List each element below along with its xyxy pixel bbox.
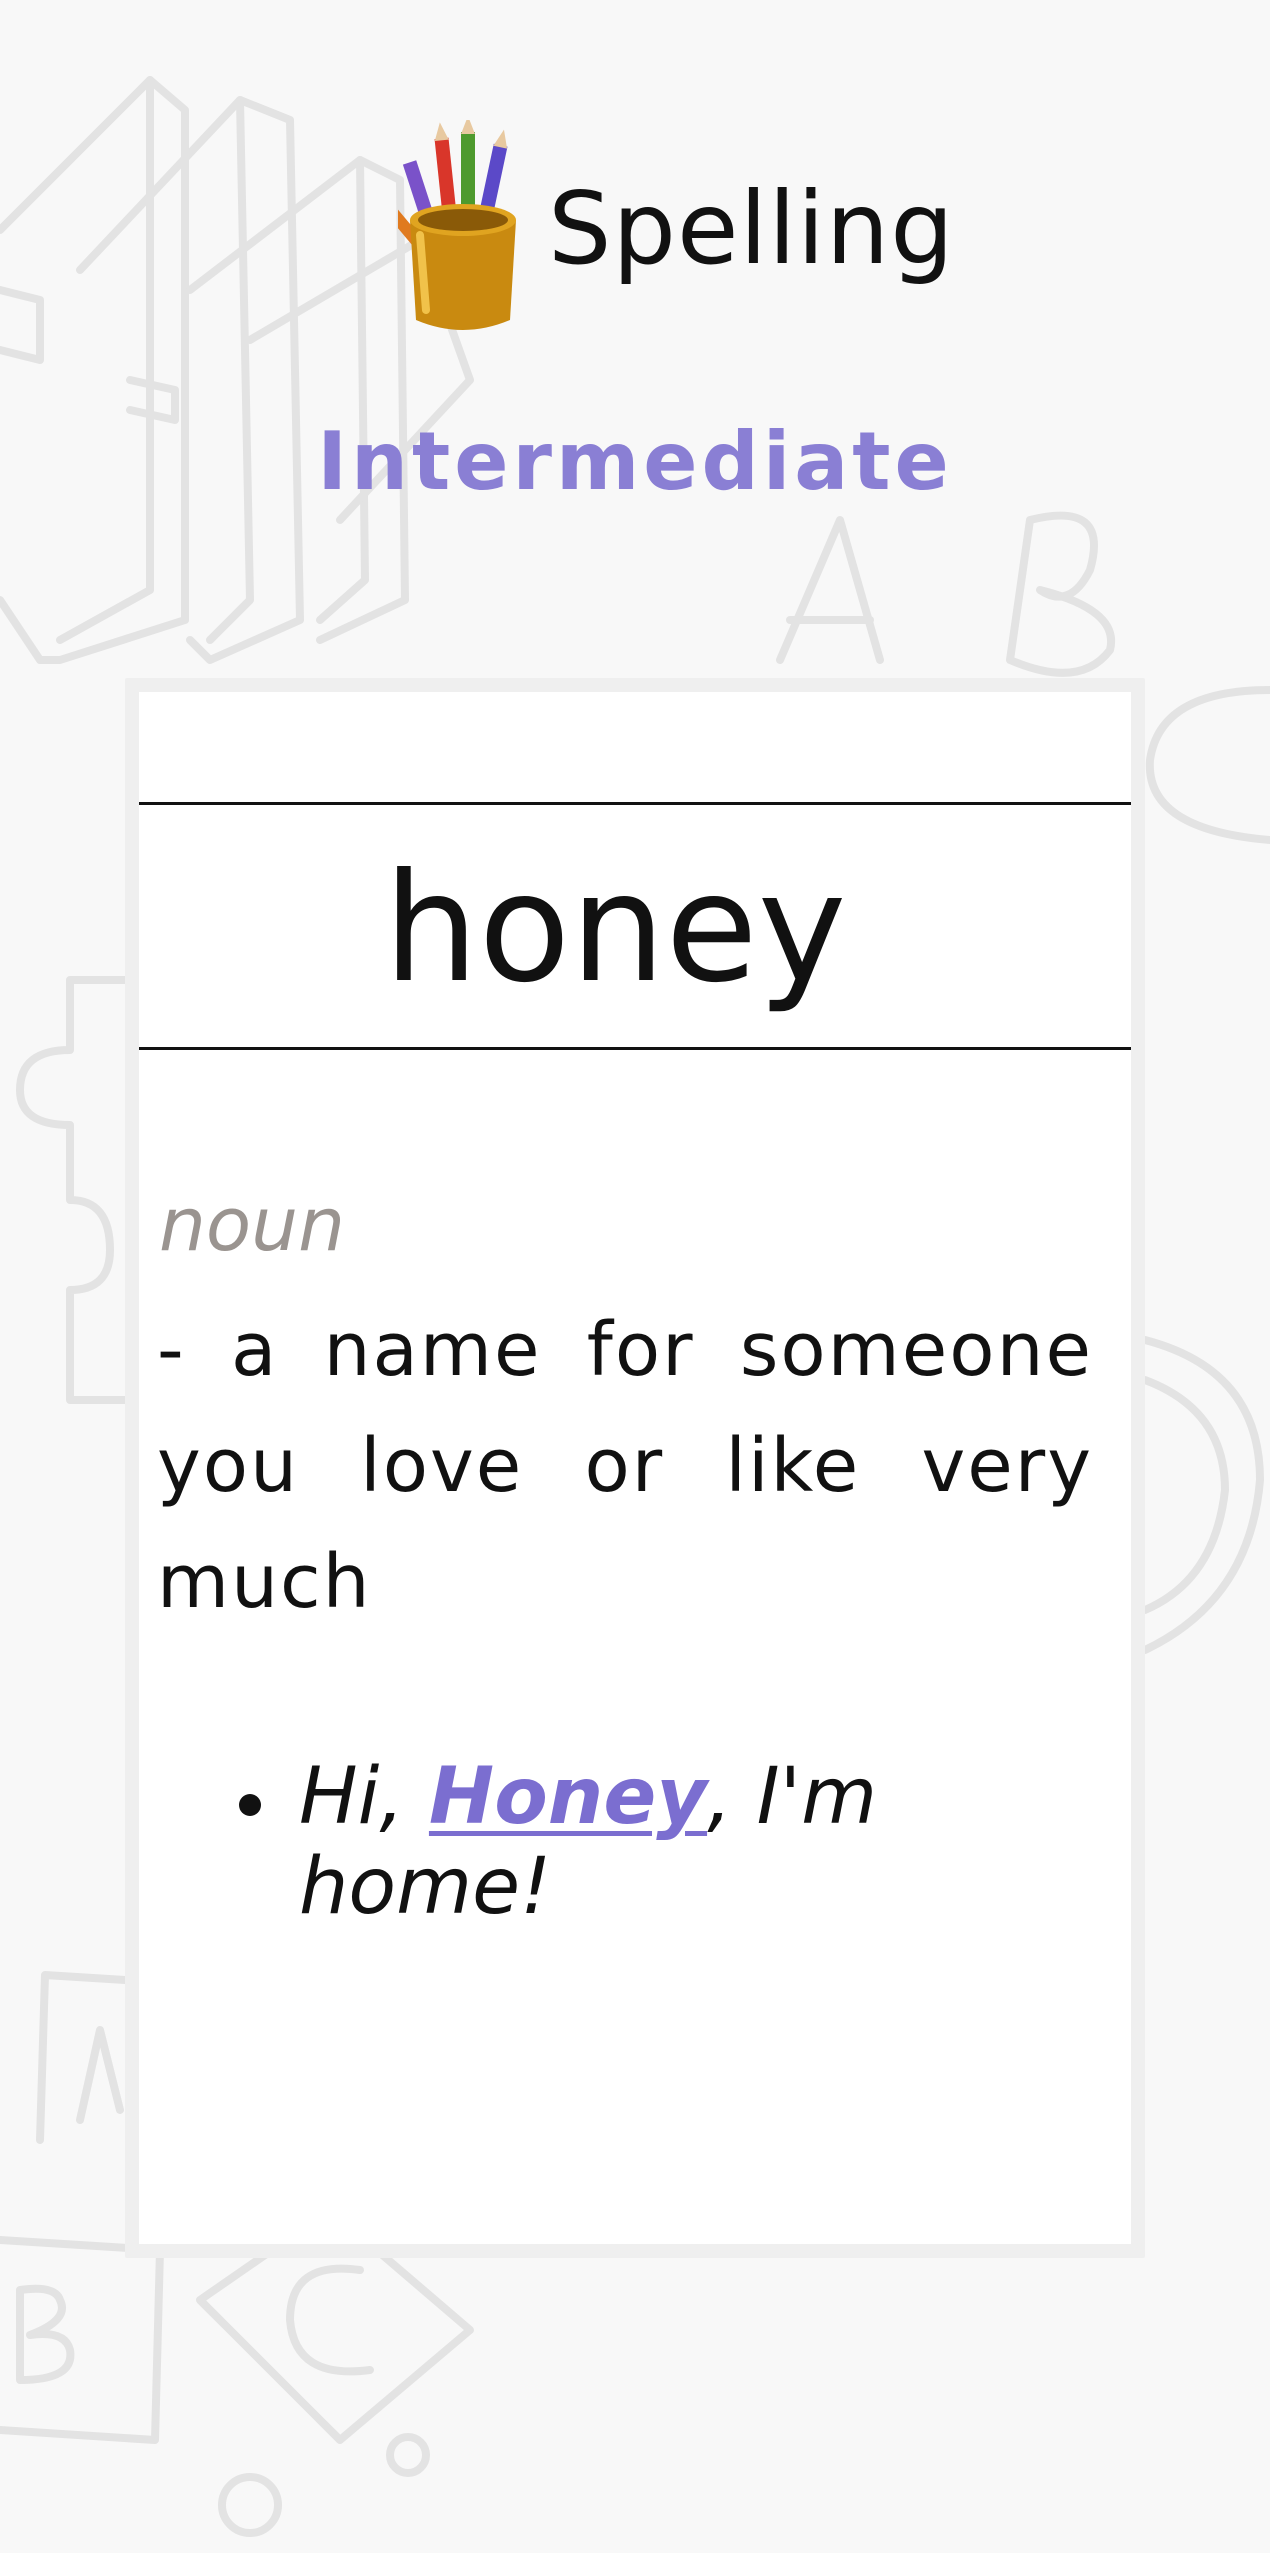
spelling-word: honey — [383, 842, 847, 1016]
mug-doodle-icon — [1141, 1336, 1264, 1654]
letters-ab-doodle-icon — [776, 511, 1116, 677]
bullet-icon — [239, 1794, 261, 1816]
word-band: honey — [139, 802, 1131, 1050]
pencil-cup-icon — [398, 120, 516, 330]
puzzle-doodle-icon — [16, 976, 129, 1404]
word-card: honey noun - a name for someone you love… — [139, 692, 1131, 2244]
example-list: Hi, Honey, I'm home! — [239, 1752, 1119, 1932]
word-card-frame: honey noun - a name for someone you love… — [125, 678, 1145, 2258]
example-sentence: Hi, Honey, I'm home! — [239, 1752, 1119, 1932]
app-title: Spelling — [548, 170, 955, 287]
example-highlight-word: Honey — [428, 1752, 708, 1842]
definition-text: - a name for someone you love or like ve… — [157, 1307, 1093, 1625]
level-label: Intermediate — [317, 415, 953, 508]
example-prefix: Hi, — [299, 1752, 429, 1842]
part-of-speech: noun — [159, 1182, 345, 1268]
app-header: Spelling — [0, 120, 1270, 340]
curve-doodle — [1145, 686, 1270, 844]
